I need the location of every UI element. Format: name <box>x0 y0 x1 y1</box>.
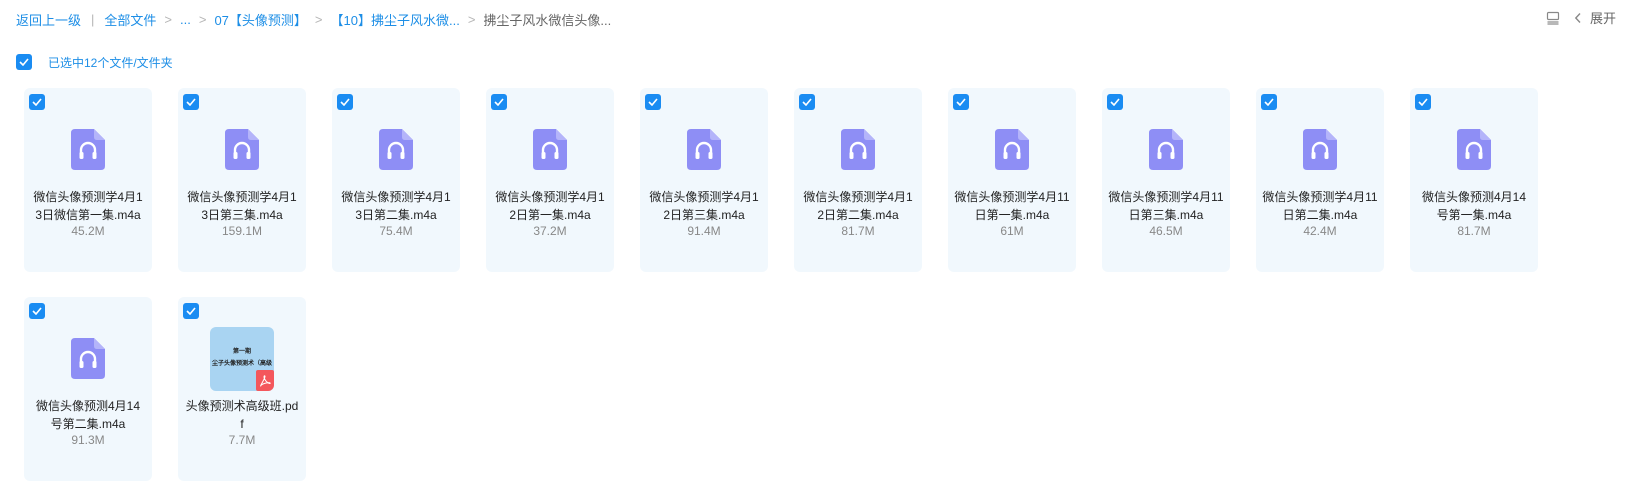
select-all-bar: 已选中12个文件/文件夹 <box>16 53 173 71</box>
check-icon <box>32 98 42 106</box>
file-size: 42.4M <box>1303 224 1337 238</box>
chevron-right-icon: > <box>467 12 476 27</box>
chevron-left-icon <box>1574 12 1581 23</box>
check-icon <box>1110 98 1120 106</box>
file-name: 微信头像预测学4月11日第二集.m4a <box>1262 190 1378 222</box>
file-checkbox[interactable] <box>491 94 507 110</box>
check-icon <box>186 307 196 315</box>
file-size: 91.4M <box>687 224 721 238</box>
breadcrumb-folder-07[interactable]: 07【头像预测】 <box>214 10 306 29</box>
file-size: 159.1M <box>221 224 263 238</box>
file-checkbox[interactable] <box>1261 94 1277 110</box>
chevron-right-icon: > <box>314 12 323 27</box>
audio-file-icon <box>71 338 105 379</box>
view-toggle-button[interactable] <box>1546 11 1560 25</box>
file-checkbox[interactable] <box>1415 94 1431 110</box>
file-card[interactable]: 微信头像预测学4月12日第二集.m4a 81.7M <box>794 88 922 272</box>
file-card[interactable]: 微信头像预测学4月12日第三集.m4a 91.4M <box>640 88 768 272</box>
pdf-icon <box>256 370 274 391</box>
file-name: 微信头像预测4月14号第一集.m4a <box>1421 190 1527 222</box>
file-checkbox[interactable] <box>29 94 45 110</box>
file-name: 微信头像预测学4月13日微信第一集.m4a <box>33 190 143 222</box>
audio-file-icon <box>1149 129 1183 170</box>
file-size: 75.4M <box>379 224 413 238</box>
breadcrumb-current: 拂尘子风水微信头像... <box>483 13 612 28</box>
file-checkbox[interactable] <box>183 94 199 110</box>
list-view-icon <box>1546 11 1560 25</box>
expand-button[interactable]: 展开 <box>1574 8 1616 27</box>
check-icon <box>340 98 350 106</box>
breadcrumb-all-files[interactable]: 全部文件 <box>104 10 156 29</box>
top-right-tools: 展开 <box>1546 8 1616 27</box>
file-checkbox[interactable] <box>1107 94 1123 110</box>
thumbnail-text: 第一期 <box>232 349 251 355</box>
thumbnail-text: 尘子头像预测术（高级 <box>211 361 272 367</box>
check-icon <box>1418 98 1428 106</box>
audio-file-icon <box>225 129 259 170</box>
file-name: 微信头像预测学4月12日第三集.m4a <box>649 190 759 222</box>
check-icon <box>19 58 29 66</box>
file-card[interactable]: 微信头像预测学4月11日第一集.m4a 61M <box>948 88 1076 272</box>
check-icon <box>648 98 658 106</box>
select-all-checkbox[interactable] <box>16 54 32 70</box>
file-name: 微信头像预测学4月12日第一集.m4a <box>495 190 605 222</box>
file-size: 61M <box>1000 224 1024 238</box>
file-checkbox[interactable] <box>337 94 353 110</box>
check-icon <box>802 98 812 106</box>
file-name: 微信头像预测学4月11日第三集.m4a <box>1108 190 1224 222</box>
file-card[interactable]: 微信头像预测学4月11日第二集.m4a 42.4M <box>1256 88 1384 272</box>
back-link[interactable]: 返回上一级 <box>16 10 81 29</box>
breadcrumb-folder-10[interactable]: 【10】拂尘子风水微... <box>331 10 460 29</box>
file-name: 微信头像预测学4月11日第一集.m4a <box>954 190 1070 222</box>
file-checkbox[interactable] <box>645 94 661 110</box>
breadcrumb-ellipsis[interactable]: ... <box>180 12 191 27</box>
file-name: 头像预测术高级班.pdf <box>185 399 299 431</box>
file-card[interactable]: 微信头像预测学4月13日第二集.m4a 75.4M <box>332 88 460 272</box>
file-size: 91.3M <box>71 433 105 447</box>
check-icon <box>32 307 42 315</box>
audio-file-icon <box>379 129 413 170</box>
pdf-thumbnail: 第一期 尘子头像预测术（高级 <box>210 327 274 391</box>
breadcrumb-divider: | <box>91 12 95 27</box>
file-checkbox[interactable] <box>29 303 45 319</box>
audio-file-icon <box>687 129 721 170</box>
audio-file-icon <box>71 129 105 170</box>
file-size: 37.2M <box>533 224 567 238</box>
file-card[interactable]: 微信头像预测学4月12日第一集.m4a 37.2M <box>486 88 614 272</box>
file-card[interactable]: 微信头像预测4月14号第二集.m4a 91.3M <box>24 297 152 481</box>
file-size: 81.7M <box>1457 224 1491 238</box>
file-size: 46.5M <box>1149 224 1183 238</box>
top-bar: 返回上一级 | 全部文件 > ... > 07【头像预测】 > 【10】拂尘子风… <box>0 0 1632 36</box>
breadcrumb: 返回上一级 | 全部文件 > ... > 07【头像预测】 > 【10】拂尘子风… <box>16 10 611 29</box>
file-name: 微信头像预测学4月13日第二集.m4a <box>341 190 451 222</box>
audio-file-icon <box>1457 129 1491 170</box>
file-card[interactable]: 微信头像预测学4月11日第三集.m4a 46.5M <box>1102 88 1230 272</box>
audio-file-icon <box>1303 129 1337 170</box>
expand-label: 展开 <box>1589 11 1616 26</box>
file-name: 微信头像预测学4月12日第二集.m4a <box>803 190 913 222</box>
check-icon <box>186 98 196 106</box>
chevron-right-icon: > <box>198 12 207 27</box>
audio-file-icon <box>995 129 1029 170</box>
file-checkbox[interactable] <box>953 94 969 110</box>
selection-count-text: 已选中12个文件/文件夹 <box>48 55 173 70</box>
file-card[interactable]: 微信头像预测学4月13日微信第一集.m4a 45.2M <box>24 88 152 272</box>
file-name: 微信头像预测学4月13日第三集.m4a <box>187 190 297 222</box>
file-card[interactable]: 微信头像预测4月14号第一集.m4a 81.7M <box>1410 88 1538 272</box>
audio-file-icon <box>841 129 875 170</box>
check-icon <box>956 98 966 106</box>
check-icon <box>1264 98 1274 106</box>
file-size: 7.7M <box>228 433 256 447</box>
file-card[interactable]: 微信头像预测学4月13日第三集.m4a 159.1M <box>178 88 306 272</box>
file-checkbox[interactable] <box>183 303 199 319</box>
file-size: 81.7M <box>841 224 875 238</box>
file-name: 微信头像预测4月14号第二集.m4a <box>35 399 141 431</box>
file-size: 45.2M <box>71 224 105 238</box>
file-checkbox[interactable] <box>799 94 815 110</box>
chevron-right-icon: > <box>164 12 173 27</box>
audio-file-icon <box>533 129 567 170</box>
file-card[interactable]: 第一期 尘子头像预测术（高级 头像预测术高级班.pdf 7.7M <box>178 297 306 481</box>
check-icon <box>494 98 504 106</box>
